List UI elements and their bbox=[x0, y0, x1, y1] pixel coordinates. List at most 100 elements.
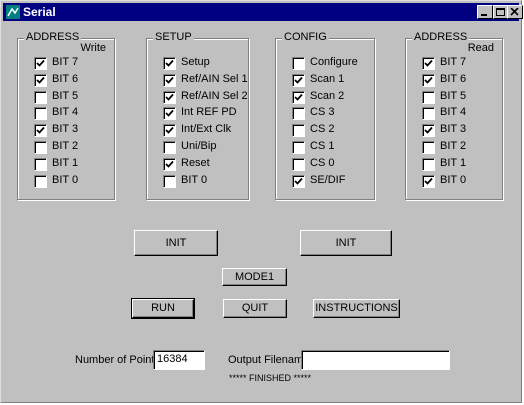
checkbox[interactable] bbox=[163, 73, 176, 87]
checkbox-label: Scan 2 bbox=[310, 89, 345, 102]
checkbox-label: Ref/AIN Sel 1 bbox=[181, 72, 248, 85]
instructions-button[interactable]: INSTRUCTIONS bbox=[313, 299, 400, 318]
checkbox-label: Reset bbox=[181, 156, 210, 169]
checkbox[interactable] bbox=[292, 90, 305, 104]
checkbox[interactable] bbox=[34, 73, 47, 87]
output-filename-label: Output Filename bbox=[228, 354, 310, 366]
checkbox-label: Uni/Bip bbox=[181, 140, 217, 152]
button-label: INIT bbox=[335, 237, 357, 249]
checkbox[interactable] bbox=[292, 174, 305, 188]
checkbox[interactable] bbox=[34, 141, 47, 154]
checkbox[interactable] bbox=[163, 90, 176, 104]
checkbox-label: Int/Ext Clk bbox=[181, 123, 232, 136]
checkbox[interactable] bbox=[34, 90, 47, 104]
mode1-button[interactable]: MODE1 bbox=[222, 268, 287, 286]
checkbox-label: BIT 1 bbox=[52, 156, 79, 169]
checkbox-label: BIT 2 bbox=[440, 140, 467, 152]
minimize-icon bbox=[481, 14, 487, 16]
checkbox-label: Setup bbox=[181, 56, 210, 68]
checkbox[interactable] bbox=[34, 157, 47, 171]
checkbox-label: BIT 6 bbox=[440, 72, 467, 85]
checkbox-label: CS 2 bbox=[310, 123, 335, 136]
checkbox[interactable] bbox=[163, 57, 176, 70]
checkbox[interactable] bbox=[292, 157, 305, 171]
button-label: INIT bbox=[165, 237, 187, 249]
group-title: ADDRESS bbox=[412, 31, 470, 43]
checkbox[interactable] bbox=[422, 141, 435, 154]
checkmark-icon bbox=[294, 177, 303, 185]
checkbox[interactable] bbox=[422, 124, 435, 138]
checkmark-icon bbox=[424, 76, 433, 84]
run-button[interactable]: RUN bbox=[131, 298, 195, 319]
checkbox[interactable] bbox=[34, 174, 47, 188]
checkbox[interactable] bbox=[163, 124, 176, 138]
checkmark-icon bbox=[165, 160, 174, 168]
group-title: SETUP bbox=[153, 31, 194, 43]
checkbox-label: CS 0 bbox=[310, 156, 335, 169]
group-title: CONFIG bbox=[282, 31, 329, 43]
checkbox-label: BIT 2 bbox=[52, 140, 79, 152]
checkmark-icon bbox=[36, 59, 45, 67]
checkbox[interactable] bbox=[34, 57, 47, 70]
checkmark-icon bbox=[165, 127, 174, 134]
checkbox[interactable] bbox=[292, 124, 305, 138]
checkbox[interactable] bbox=[422, 107, 435, 121]
button-label: QUIT bbox=[241, 302, 269, 314]
title-bar[interactable]: Serial bbox=[3, 3, 523, 21]
checkbox[interactable] bbox=[292, 141, 305, 154]
init-write-button[interactable]: INIT bbox=[134, 230, 218, 256]
checkmark-icon bbox=[165, 76, 174, 84]
checkbox-label: SE/DIF bbox=[310, 173, 346, 186]
checkbox-label: BIT 5 bbox=[440, 89, 467, 102]
checkbox[interactable] bbox=[163, 107, 176, 121]
maximize-icon bbox=[496, 8, 505, 16]
checkbox-label: BIT 4 bbox=[440, 106, 467, 119]
status-text: ***** FINISHED ***** bbox=[229, 373, 312, 383]
checkbox[interactable] bbox=[422, 73, 435, 87]
checkmark-icon bbox=[165, 93, 174, 101]
checkmark-icon bbox=[424, 127, 433, 134]
output-filename-input[interactable] bbox=[301, 350, 450, 370]
address-read-group: ADDRESS Read BIT 7 BIT 6 BIT 5 BIT 4 BIT 3 BI… bbox=[405, 31, 503, 200]
checkbox-label: BIT 4 bbox=[52, 106, 79, 119]
address-write-group: ADDRESS Write BIT 7 BIT 6 BIT 5 BIT 4 BIT 3 B… bbox=[17, 31, 115, 200]
group-subtitle: Write bbox=[80, 42, 106, 54]
checkbox[interactable] bbox=[163, 157, 176, 171]
checkbox-label: BIT 5 bbox=[52, 89, 79, 102]
app-icon bbox=[6, 5, 20, 19]
close-button[interactable] bbox=[507, 5, 523, 19]
checkbox[interactable] bbox=[292, 73, 305, 87]
checkbox-label: BIT 0 bbox=[52, 173, 79, 186]
checkmark-icon bbox=[294, 76, 303, 84]
checkbox-label: Int REF PD bbox=[181, 106, 237, 119]
number-of-points-label: Number of Points bbox=[75, 354, 160, 366]
checkbox-label: BIT 1 bbox=[440, 156, 467, 169]
setup-group: SETUP Setup Ref/AIN Sel 1 Ref/AIN Sel 2 Int… bbox=[146, 31, 249, 200]
checkbox[interactable] bbox=[422, 90, 435, 104]
checkbox[interactable] bbox=[292, 57, 305, 70]
checkmark-icon bbox=[165, 59, 174, 67]
minimize-button[interactable] bbox=[477, 5, 493, 19]
window-title: Serial bbox=[23, 5, 56, 19]
close-icon bbox=[510, 8, 519, 16]
checkbox-label: BIT 6 bbox=[52, 72, 79, 85]
checkbox[interactable] bbox=[422, 174, 435, 188]
checkbox[interactable] bbox=[422, 157, 435, 171]
checkbox[interactable] bbox=[34, 124, 47, 138]
checkbox[interactable] bbox=[34, 107, 47, 121]
checkbox[interactable] bbox=[422, 57, 435, 70]
checkmark-icon bbox=[165, 110, 174, 118]
serial-window: Serial ADDRESS Write BIT 7 BIT 6 BIT 5 BIT … bbox=[0, 0, 523, 403]
checkbox-label: CS 1 bbox=[310, 140, 335, 152]
config-group: CONFIG Configure Scan 1 Scan 2 CS 3 CS 2 CS 1… bbox=[275, 31, 375, 200]
checkbox[interactable] bbox=[163, 174, 176, 188]
init-read-button[interactable]: INIT bbox=[300, 230, 392, 256]
quit-button[interactable]: QUIT bbox=[223, 299, 287, 318]
checkmark-icon bbox=[424, 59, 433, 67]
checkbox-label: Configure bbox=[310, 56, 358, 68]
checkbox[interactable] bbox=[163, 141, 176, 154]
checkbox-label: BIT 7 bbox=[440, 56, 467, 68]
checkbox[interactable] bbox=[292, 107, 305, 121]
number-of-points-input[interactable]: 16384 bbox=[153, 350, 205, 370]
group-subtitle: Read bbox=[467, 42, 494, 54]
